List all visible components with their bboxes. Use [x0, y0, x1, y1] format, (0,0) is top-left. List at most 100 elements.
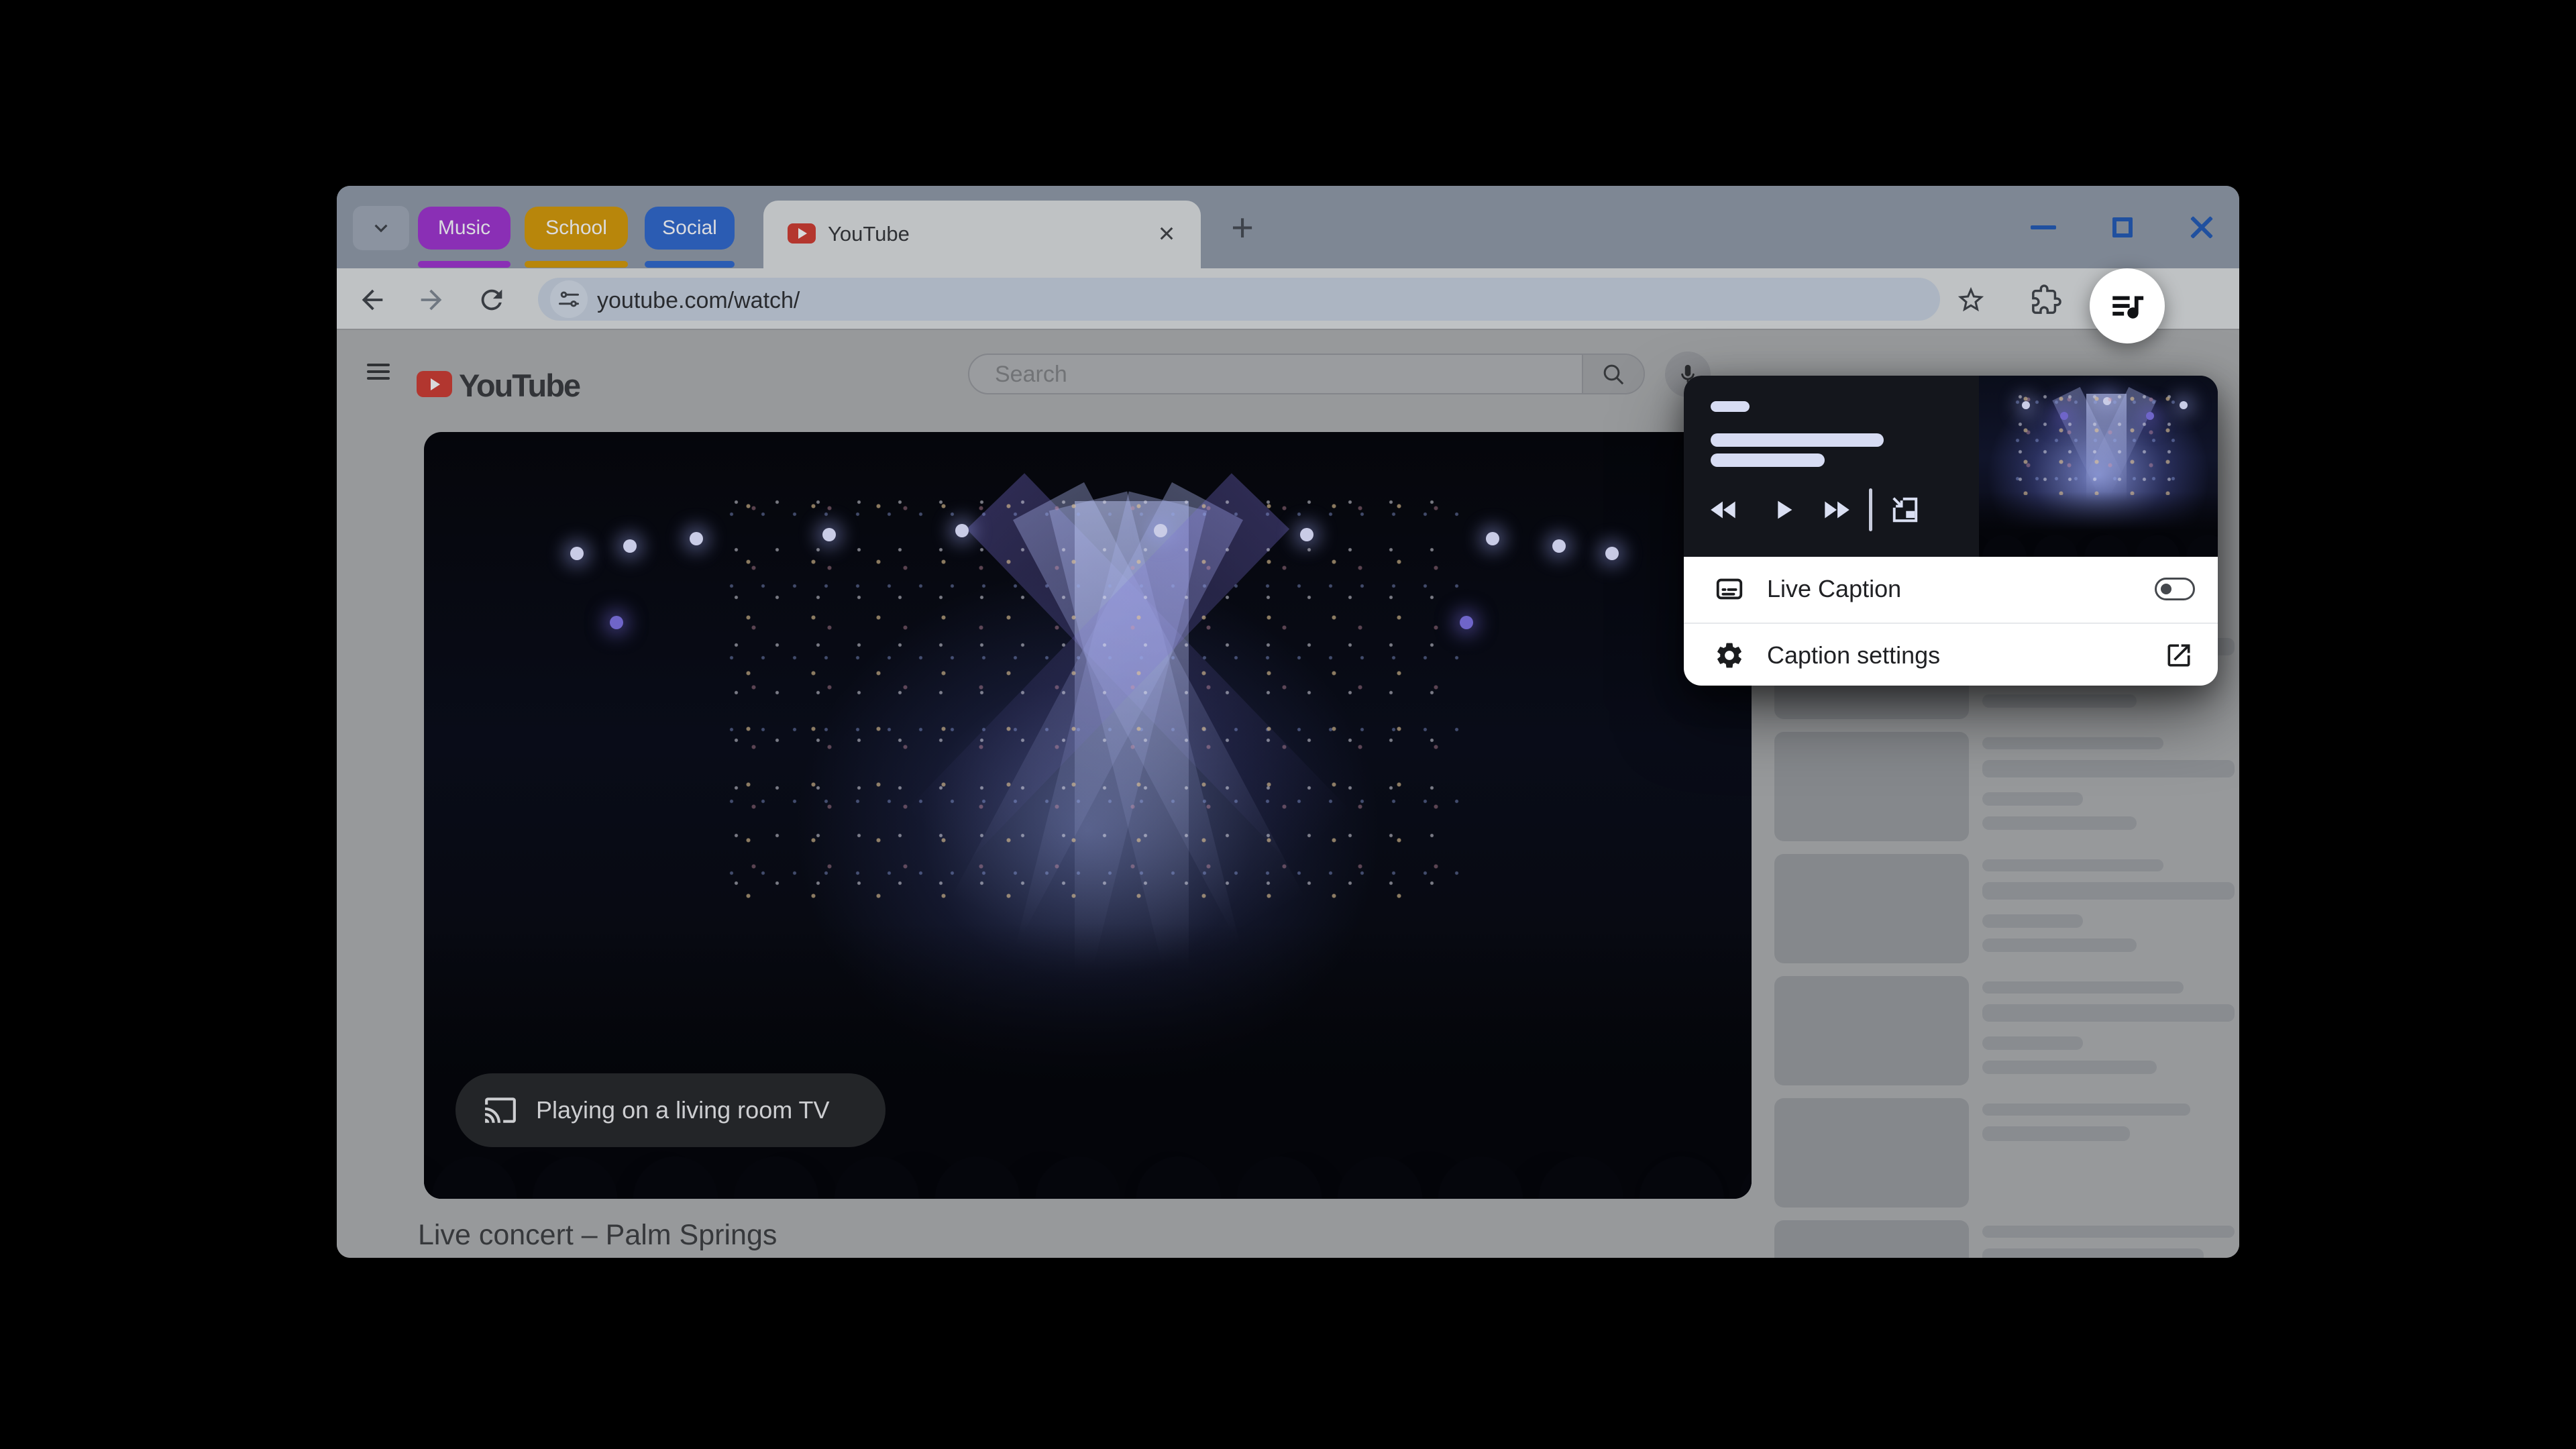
text-line-skeleton [1982, 792, 2083, 806]
thumbnail-skeleton [1774, 1098, 1969, 1208]
suggestions-skeleton [1774, 610, 2235, 1258]
live-caption-menu-item[interactable]: Live Caption [1684, 557, 2218, 621]
search-input[interactable] [994, 360, 1517, 388]
crowd-silhouette [424, 922, 1752, 1199]
thumbnail-skeleton [1774, 1220, 1969, 1258]
search-bar [968, 354, 1645, 394]
youtube-wordmark: YouTube [459, 368, 581, 403]
thumbnail-skeleton [1774, 854, 1969, 963]
stage-lamp [1459, 616, 1473, 630]
tab-group-music[interactable]: Music [418, 207, 511, 250]
stage-lamp [689, 531, 703, 545]
caption-settings-menu-item[interactable]: Caption settings [1684, 623, 2218, 687]
tab-group-label: School [545, 217, 607, 239]
text-line-skeleton [1982, 1226, 2235, 1238]
maximize-button[interactable] [2104, 209, 2141, 246]
media-controls-popup: Live Caption Caption settings [1684, 376, 2218, 686]
text-line-skeleton [1982, 1061, 2157, 1074]
fast-forward-icon [1825, 501, 1849, 519]
back-button[interactable] [357, 284, 388, 315]
browser-toolbar: youtube.com/watch/ [337, 268, 2239, 404]
stage-lamp [623, 539, 637, 553]
thumbnail-skeleton [1774, 732, 1969, 841]
cast-status-chip: Playing on a living room TV [455, 1073, 885, 1147]
thumbnail-skeleton [1774, 976, 1969, 1085]
picture-in-picture-button[interactable] [1878, 483, 1932, 537]
reload-button[interactable] [476, 284, 507, 315]
tab-group-social[interactable]: Social [645, 207, 735, 250]
youtube-favicon-icon [788, 223, 816, 244]
address-bar[interactable]: youtube.com/watch/ [538, 278, 1940, 321]
cast-status-text: Playing on a living room TV [536, 1096, 830, 1124]
forward-arrow-icon [421, 289, 442, 311]
tab-group-school[interactable]: School [525, 207, 628, 250]
text-line-skeleton [1982, 1036, 2083, 1050]
rewind-icon [1711, 501, 1735, 519]
fast-forward-button[interactable] [1809, 483, 1863, 537]
star-icon [1957, 286, 1984, 312]
text-line-skeleton [1982, 1104, 2190, 1116]
toggle-knob [2161, 584, 2171, 594]
forward-button[interactable] [416, 284, 447, 315]
text-line-skeleton [1982, 760, 2235, 777]
tab-group-label: Social [662, 217, 717, 239]
menu-button[interactable] [367, 364, 390, 380]
text-line-skeleton [1982, 981, 2184, 994]
youtube-logo[interactable]: YouTube [417, 368, 591, 403]
video-player[interactable]: Playing on a living room TV [424, 432, 1752, 1199]
rewind-button[interactable] [1697, 483, 1751, 537]
search-icon [1603, 364, 1624, 384]
text-line-skeleton [1982, 816, 2137, 830]
suggested-video-skeleton [1774, 732, 2235, 841]
extensions-button[interactable] [2031, 284, 2061, 315]
media-controls-button[interactable] [2090, 268, 2165, 343]
cast-icon [485, 1097, 516, 1123]
video-title: Live concert – Palm Springs [418, 1219, 777, 1251]
tab-search-button[interactable] [353, 206, 409, 250]
site-settings-button[interactable] [550, 280, 588, 318]
search-button[interactable] [1582, 355, 1644, 393]
minimize-icon [2031, 225, 2056, 229]
browser-window: Music School Social YouTube × + youtube.… [337, 186, 2239, 1258]
suggested-video-skeleton [1774, 1098, 2235, 1208]
desktop-background: Music School Social YouTube × + youtube.… [0, 0, 2576, 1449]
maximize-icon [2112, 217, 2133, 237]
text-line-skeleton [1982, 1004, 2235, 1022]
tune-icon [559, 291, 579, 307]
reload-icon [481, 289, 502, 311]
live-caption-toggle[interactable] [2155, 578, 2195, 600]
text-line-skeleton [1982, 1126, 2130, 1141]
stage-lamp [1486, 531, 1500, 545]
new-tab-button[interactable]: + [1222, 206, 1263, 250]
controls-divider [1869, 488, 1872, 531]
play-button[interactable] [1756, 483, 1810, 537]
text-line-skeleton [1982, 914, 2083, 928]
tab-group-underline-music [418, 261, 511, 268]
track-title-skeleton [1711, 433, 1884, 447]
text-line-skeleton [1982, 859, 2163, 871]
text-line-skeleton [1982, 938, 2137, 952]
bookmark-button[interactable] [1955, 284, 1986, 315]
caption-settings-label: Caption settings [1767, 641, 1941, 669]
now-playing-card [1684, 376, 2218, 557]
open-in-new-icon [2167, 644, 2190, 667]
close-window-button[interactable] [2183, 209, 2220, 246]
confetti [716, 478, 1460, 923]
extensions-puzzle-icon [2032, 284, 2061, 314]
play-icon [1778, 500, 1792, 519]
text-line-skeleton [1982, 882, 2235, 900]
album-art [1979, 376, 2218, 557]
track-label-skeleton [1711, 401, 1750, 412]
track-artist-skeleton [1711, 453, 1825, 467]
text-line-skeleton [1982, 737, 2163, 749]
tab-youtube[interactable]: YouTube × [763, 201, 1201, 268]
youtube-play-icon [417, 371, 452, 397]
chevron-down-icon [374, 224, 388, 233]
live-caption-label: Live Caption [1767, 575, 1902, 602]
tab-title: YouTube [828, 222, 910, 246]
playback-controls [1684, 483, 1979, 537]
suggested-video-skeleton [1774, 854, 2235, 963]
close-tab-button[interactable]: × [1151, 217, 1182, 249]
text-line-skeleton [1982, 694, 2137, 708]
minimize-button[interactable] [2025, 209, 2062, 246]
